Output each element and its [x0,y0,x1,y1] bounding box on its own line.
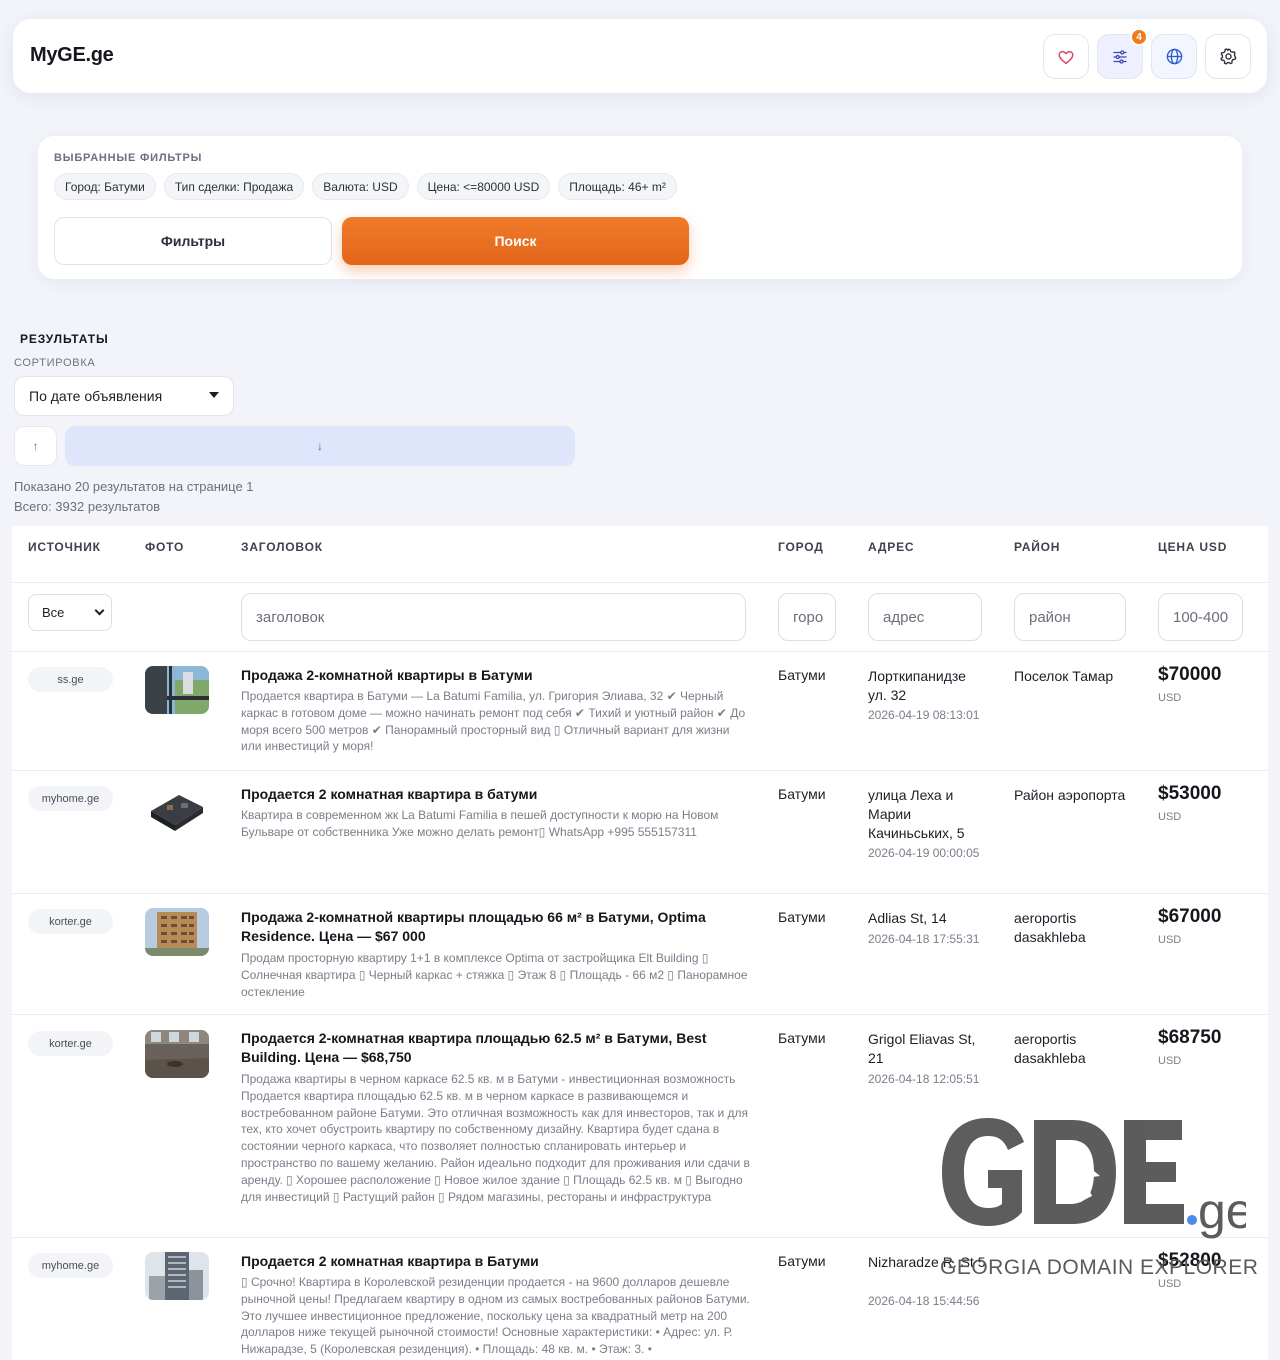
selected-filters-panel: ВЫБРАННЫЕ ФИЛЬТРЫ Город: Батуми Тип сдел… [38,136,1242,279]
listing-date: 2026-04-19 00:00:05 [868,846,980,860]
source-badge: korter.ge [28,1031,113,1056]
filters-toggle-button[interactable]: 4 [1097,28,1148,79]
filter-chips: Город: Батуми Тип сделки: Продажа Валюта… [54,173,677,200]
source-filter-select[interactable]: Все [28,594,112,631]
source-badge: myhome.ge [28,1253,113,1278]
column-header-city[interactable]: ГОРОД [778,540,824,554]
top-bar: MyGE.ge 4 [13,19,1267,93]
listing-price: $70000 [1158,664,1222,685]
brand-logo[interactable]: MyGE.ge [30,44,114,67]
column-header-source[interactable]: ИСТОЧНИК [28,540,101,554]
filter-chip-deal-type[interactable]: Тип сделки: Продажа [163,173,305,200]
listing-city: Батуми [778,1253,826,1269]
price-filter-input[interactable]: 100-400 [1158,593,1243,641]
filter-chip-area[interactable]: Площадь: 46+ m² [558,173,677,200]
sort-ascending-button[interactable]: ↑ [14,426,57,466]
address-filter-input[interactable]: адрес [868,593,982,641]
filter-chip-price[interactable]: Цена: <=80000 USD [416,173,551,200]
listing-description: ▯ Срочно! Квартира в Королевской резиден… [241,1275,750,1357]
listing-description: Продается квартира в Батуми — La Batumi … [241,689,746,754]
listing-address: Лорткипанидзе ул. 32 [868,668,966,703]
column-header-photo: ФОТО [145,540,185,554]
listing-address: Grigol Eliavas St, 21 [868,1031,976,1066]
source-badge: korter.ge [28,909,113,934]
listing-city: Батуми [778,1030,826,1046]
selected-filters-title: ВЫБРАННЫЕ ФИЛЬТРЫ [54,152,203,164]
source-badge: ss.ge [28,667,113,692]
column-header-title[interactable]: ЗАГОЛОВОК [241,540,323,554]
listing-date: 2026-04-18 12:05:51 [868,1072,980,1086]
listing-date: 2026-04-18 17:55:31 [868,932,980,946]
table-row[interactable]: myhome.ge Продается 2 комнатная квартира… [12,771,1268,893]
listing-price: $68750 [1158,1027,1222,1048]
listing-description: Продажа квартиры в черном каркасе 62.5 к… [241,1072,750,1204]
settings-button[interactable] [1205,34,1251,79]
chevron-down-icon [94,605,105,616]
favorites-button[interactable] [1043,34,1089,79]
caret-down-icon [209,392,219,398]
sort-select[interactable]: По дате объявления [14,376,234,416]
results-shown-text: Показано 20 результатов на странице 1 [14,479,254,494]
search-button[interactable]: Поиск [342,217,689,265]
listing-photo[interactable] [145,1252,209,1300]
listing-title[interactable]: Продажа 2-комнатной квартиры в Батуми [241,666,751,685]
filters-button[interactable]: Фильтры [54,217,332,265]
listing-date: 2026-04-18 15:44:56 [868,1294,980,1308]
filter-chip-currency[interactable]: Валюта: USD [312,173,409,200]
listing-district: aeroportis dasakhleba [1014,910,1086,945]
listing-title[interactable]: Продажа 2-комнатной квартиры площадью 66… [241,908,751,946]
column-header-address[interactable]: АДРЕС [868,540,914,554]
listing-district: Район аэропорта [1014,787,1126,803]
city-filter-input[interactable]: горо [778,593,836,641]
filter-count-badge: 4 [1130,28,1148,46]
listing-price: $53000 [1158,783,1222,804]
sliders-icon [1113,49,1127,64]
listing-currency: USD [1158,692,1182,704]
sort-label: СОРТИРОВКА [14,357,96,369]
listing-address: улица Леха и Марии Качиньських, 5 [868,787,965,841]
listing-currency: USD [1158,811,1182,823]
listing-photo[interactable] [145,1030,209,1078]
listing-title[interactable]: Продается 2 комнатная квартира в батуми [241,785,751,804]
listing-district: aeroportis dasakhleba [1014,1031,1086,1066]
listing-photo[interactable] [145,666,209,714]
gear-icon [1219,48,1236,65]
listing-title[interactable]: Продается 2 комнатная квартира в Батуми [241,1252,751,1271]
listing-currency: USD [1158,1055,1182,1067]
table-row[interactable]: ss.ge Продажа 2-комнатной квартиры в Бат… [12,652,1268,770]
listing-address: Adlias St, 14 [868,910,947,926]
language-button[interactable] [1151,34,1197,79]
listing-city: Батуми [778,909,826,925]
listing-currency: USD [1158,934,1182,946]
listing-district: Поселок Тамар [1014,668,1114,684]
column-header-district[interactable]: РАЙОН [1014,540,1060,554]
heart-icon [1058,50,1074,64]
source-badge: myhome.ge [28,786,113,811]
sort-select-value: По дате объявления [29,388,163,404]
listing-date: 2026-04-19 08:13:01 [868,708,980,722]
svg-text:ge: ge [1198,1183,1246,1239]
watermark-logo: ge GEORGIA DOMAIN EXPLORER [936,1110,1258,1285]
listing-price: $67000 [1158,906,1222,927]
column-header-price[interactable]: ЦЕНА USD [1158,540,1227,554]
listing-city: Батуми [778,786,826,802]
title-filter-input[interactable]: заголовок [241,593,746,641]
listing-title[interactable]: Продается 2-комнатная квартира площадью … [241,1029,751,1067]
listing-photo[interactable] [145,785,209,833]
globe-icon [1166,48,1182,65]
filter-chip-city[interactable]: Город: Батуми [54,173,156,200]
results-title: РЕЗУЛЬТАТЫ [20,332,109,346]
table-row[interactable]: korter.ge Продажа 2-комнатной квартиры п… [12,894,1268,1014]
results-total-text: Всего: 3932 результатов [14,499,161,514]
district-filter-input[interactable]: район [1014,593,1126,641]
listing-photo[interactable] [145,908,209,956]
listing-description: Квартира в современном жк La Batumi Fami… [241,808,719,839]
sort-descending-button[interactable]: ↓ [65,426,575,466]
divider [12,582,1268,583]
watermark-tagline: GEORGIA DOMAIN EXPLORER [940,1256,1259,1279]
listing-city: Батуми [778,667,826,683]
source-filter-value: Все [42,605,65,620]
listing-description: Продам просторную квартиру 1+1 в комплек… [241,951,748,999]
